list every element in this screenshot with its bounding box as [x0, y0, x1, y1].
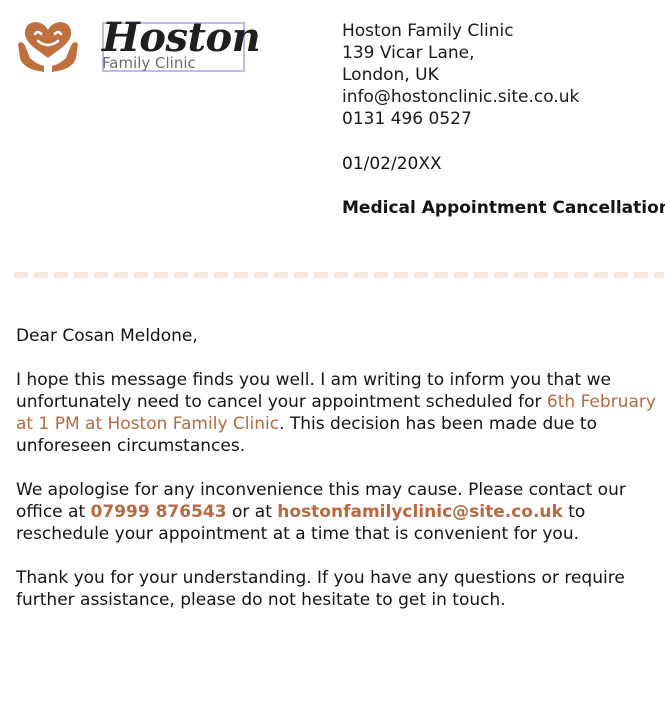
paragraph-text: or at: [226, 502, 278, 522]
sender-address: Hoston Family Clinic 139 Vicar Lane, Lon…: [342, 20, 579, 130]
paragraph-text: I hope this message finds you well. I am…: [16, 370, 611, 412]
letter-date: 01/02/20XX: [342, 154, 442, 174]
hands-holding-heart-icon: [18, 22, 78, 72]
paragraph-closing: Thank you for your understanding. If you…: [16, 568, 625, 610]
paragraph-cancellation: I hope this message finds you well. I am…: [16, 369, 665, 457]
divider: [14, 272, 664, 278]
paragraph-contact: We apologise for any inconvenience this …: [16, 479, 665, 545]
greeting: Dear Cosan Meldone,: [16, 326, 198, 346]
sender-name: Hoston Family Clinic: [342, 21, 514, 41]
letter-subject: Medical Appointment Cancellation: [342, 198, 665, 218]
brand-tagline: Family Clinic: [102, 54, 196, 72]
sender-city: London, UK: [342, 65, 439, 85]
sender-phone: 0131 496 0527: [342, 109, 472, 129]
clinic-logo: Hoston Family Clinic: [14, 12, 261, 76]
sender-street: 139 Vicar Lane,: [342, 43, 475, 63]
contact-email-link[interactable]: hostonfamilyclinic@site.co.uk: [277, 502, 563, 522]
letter-body: Dear Cosan Meldone, I hope this message …: [16, 325, 665, 633]
contact-phone: 07999 876543: [90, 502, 227, 522]
sender-email: info@hostonclinic.site.co.uk: [342, 87, 580, 107]
